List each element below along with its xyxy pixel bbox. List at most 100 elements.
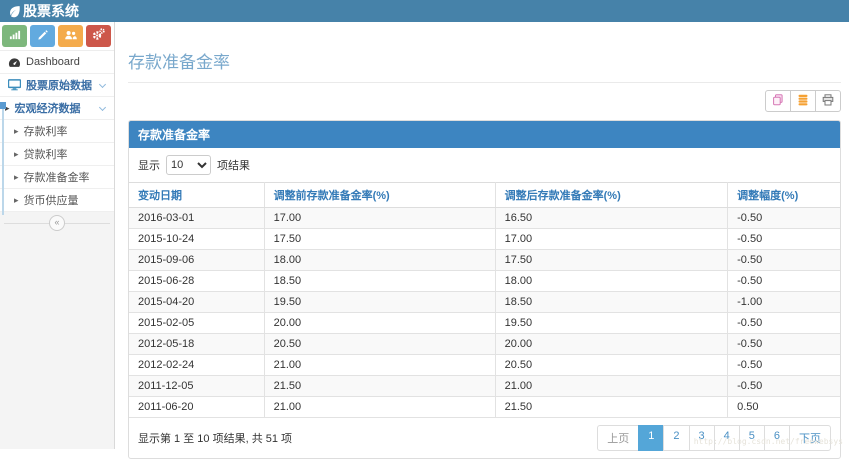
chevron-down-icon: [99, 80, 106, 87]
sidebar-subitem-存款利率[interactable]: ▸ 存款利率: [0, 120, 114, 143]
table-cell: -0.50: [728, 208, 840, 229]
table-cell: 19.50: [495, 313, 727, 334]
sidebar-subitem-存款准备金率[interactable]: ▸存款准备金率: [0, 166, 114, 189]
table-cell: 18.00: [495, 271, 727, 292]
table-cell: 21.00: [264, 397, 495, 418]
sidebar: Dashboard 股票原始数据 ▸ 宏观经济数据 ▸ 存款利率 ▸ 贷款利率 ▸存款准…: [0, 22, 115, 449]
sidebar-collapse-row: «: [0, 212, 114, 234]
column-header[interactable]: 调整幅度(%): [728, 183, 840, 208]
table-row: 2015-09-0618.0017.50-0.50: [129, 250, 840, 271]
table-cell: -0.50: [728, 229, 840, 250]
table-cell: 18.50: [495, 292, 727, 313]
page-length-select[interactable]: 10: [166, 155, 211, 175]
chevron-down-icon: [99, 103, 106, 110]
sidebar-subitem-货币供应量[interactable]: ▸ 货币供应量: [0, 189, 114, 212]
sidebar-item-label: 股票原始数据: [26, 77, 92, 93]
table-cell: 2011-06-20: [129, 397, 264, 418]
table-cell: -0.50: [728, 334, 840, 355]
table-cell: 20.00: [264, 313, 495, 334]
chart-bars-icon: [9, 29, 21, 44]
sidebar-subitem-label: 货币供应量: [24, 192, 79, 208]
chart-shortcut-button[interactable]: [2, 25, 27, 47]
sidebar-subitem-label: 贷款利率: [24, 146, 68, 162]
table-cell: -0.50: [728, 355, 840, 376]
users-icon: [64, 29, 77, 44]
results-info-label: 显示第 1 至 10 项结果, 共 51 项: [138, 430, 292, 446]
table-row: 2016-03-0117.0016.50-0.50: [129, 208, 840, 229]
sidebar-subitem-label: 存款利率: [24, 123, 68, 139]
print-button[interactable]: [815, 90, 841, 112]
page-length-control: 显示 10 项结果: [129, 148, 840, 182]
caret-right-icon: ▸: [14, 126, 19, 137]
pagination-prev-button[interactable]: 上页: [597, 425, 639, 451]
length-suffix-label: 项结果: [217, 157, 250, 173]
table-row: 2011-12-0521.5021.00-0.50: [129, 376, 840, 397]
table-cell: 19.50: [264, 292, 495, 313]
export-database-button[interactable]: [790, 90, 816, 112]
length-prefix-label: 显示: [138, 157, 160, 173]
table-cell: 2015-02-05: [129, 313, 264, 334]
caret-right-icon: ▸: [14, 195, 19, 206]
table-row: 2015-02-0520.0019.50-0.50: [129, 313, 840, 334]
page-title: 存款准备金率: [128, 48, 841, 83]
sidebar-item-dashboard[interactable]: Dashboard: [0, 51, 114, 74]
pencil-icon: [37, 29, 48, 44]
table-cell: -1.00: [728, 292, 840, 313]
copy-icon: [772, 94, 784, 109]
sidebar-collapse-button[interactable]: «: [49, 215, 65, 231]
table-row: 2015-10-2417.5017.00-0.50: [129, 229, 840, 250]
table-header-row: 变动日期调整前存款准备金率(%)调整后存款准备金率(%)调整幅度(%): [129, 183, 840, 208]
settings-shortcut-button[interactable]: [86, 25, 111, 47]
table-cell: -0.50: [728, 313, 840, 334]
sidebar-submenu: ▸存款利率▸贷款利率▸存款准备金率▸货币供应量: [0, 120, 114, 212]
table-cell: 2011-12-05: [129, 376, 264, 397]
column-header[interactable]: 调整后存款准备金率(%): [495, 183, 727, 208]
sidebar-shortcuts: [0, 22, 114, 51]
sidebar-menu: Dashboard 股票原始数据 ▸ 宏观经济数据 ▸ 存款利率 ▸ 贷款利率 ▸存款准…: [0, 51, 114, 212]
users-shortcut-button[interactable]: [58, 25, 83, 47]
tree-guide-line: [2, 105, 4, 215]
sidebar-item-label: 宏观经济数据: [15, 100, 81, 116]
table-cell: 20.00: [495, 334, 727, 355]
export-toolbar: [128, 90, 841, 112]
table-cell: 21.00: [264, 355, 495, 376]
pagination-page-button-1[interactable]: 1: [638, 425, 664, 451]
table-cell: 20.50: [264, 334, 495, 355]
table-body: 2016-03-0117.0016.50-0.502015-10-2417.50…: [129, 208, 840, 418]
table-cell: 2015-06-28: [129, 271, 264, 292]
table-row: 2012-02-2421.0020.50-0.50: [129, 355, 840, 376]
table-cell: 21.00: [495, 376, 727, 397]
caret-right-icon: ▸: [14, 172, 19, 183]
gears-icon: [92, 28, 105, 44]
sidebar-item-label: Dashboard: [26, 56, 80, 68]
table-cell: 17.00: [264, 208, 495, 229]
sidebar-item-macro-data[interactable]: ▸ 宏观经济数据: [0, 97, 114, 120]
pagination-page-button-2[interactable]: 2: [663, 425, 689, 451]
table-cell: 2015-10-24: [129, 229, 264, 250]
column-header[interactable]: 变动日期: [129, 183, 264, 208]
data-panel: 存款准备金率 显示 10 项结果 变动日期调整前存款准备金率(%)调整后存款准备…: [128, 120, 841, 459]
table-cell: 18.00: [264, 250, 495, 271]
caret-right-icon: ▸: [14, 149, 19, 160]
leaf-icon: [8, 5, 21, 18]
table-cell: 2015-09-06: [129, 250, 264, 271]
database-icon: [797, 94, 809, 109]
app-brand: 股票系统: [8, 4, 79, 18]
table-row: 2015-06-2818.5018.00-0.50: [129, 271, 840, 292]
reserve-ratio-table: 变动日期调整前存款准备金率(%)调整后存款准备金率(%)调整幅度(%) 2016…: [129, 182, 840, 418]
table-cell: 17.00: [495, 229, 727, 250]
table-cell: -0.50: [728, 250, 840, 271]
sidebar-item-stock-raw-data[interactable]: 股票原始数据: [0, 74, 114, 97]
brand-title: 股票系统: [23, 4, 79, 18]
column-header[interactable]: 调整前存款准备金率(%): [264, 183, 495, 208]
table-cell: 17.50: [495, 250, 727, 271]
table-cell: 21.50: [264, 376, 495, 397]
copy-button[interactable]: [765, 90, 791, 112]
table-row: 2012-05-1820.5020.00-0.50: [129, 334, 840, 355]
dashboard-icon: [6, 57, 22, 68]
table-cell: 0.50: [728, 397, 840, 418]
edit-shortcut-button[interactable]: [30, 25, 55, 47]
sidebar-subitem-贷款利率[interactable]: ▸ 贷款利率: [0, 143, 114, 166]
table-cell: 2012-05-18: [129, 334, 264, 355]
table-cell: 2015-04-20: [129, 292, 264, 313]
